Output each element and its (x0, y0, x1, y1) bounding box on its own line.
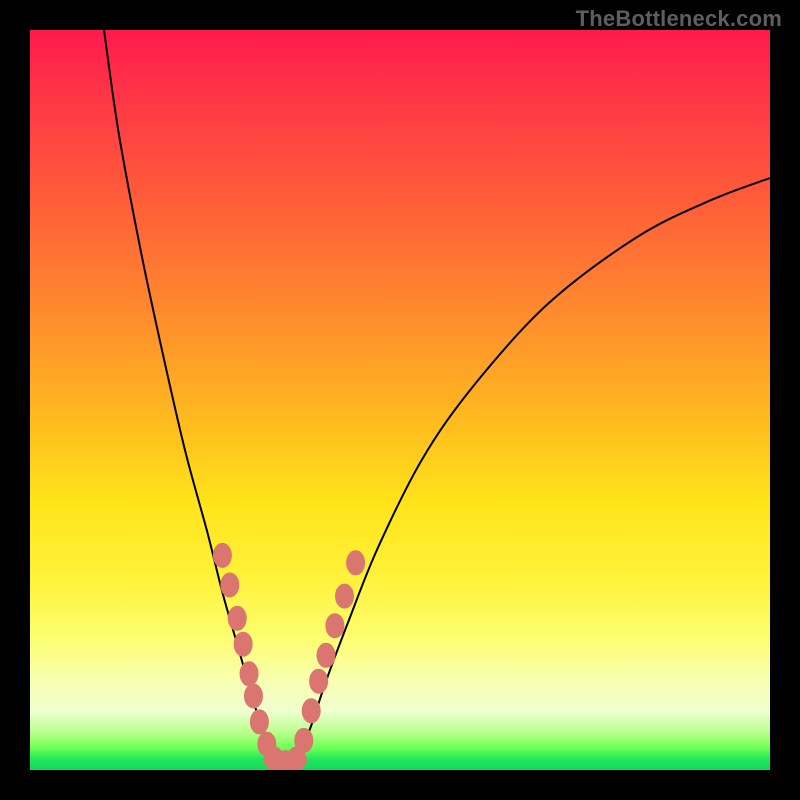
bead-marker (302, 699, 320, 723)
bead-marker (326, 614, 344, 638)
bead-marker (240, 662, 258, 686)
bead-marker (213, 543, 231, 567)
curve-layer (30, 30, 770, 770)
right-curve (296, 178, 770, 763)
bead-marker (228, 606, 246, 630)
chart-frame: TheBottleneck.com (0, 0, 800, 800)
bead-marker (295, 728, 313, 752)
bead-marker (347, 551, 365, 575)
bead-marker (244, 684, 262, 708)
bead-marker (234, 632, 252, 656)
bead-marker (310, 669, 328, 693)
watermark-text: TheBottleneck.com (576, 6, 782, 32)
bead-marker (250, 710, 268, 734)
bead-marker (336, 584, 354, 608)
bead-marker (221, 573, 239, 597)
highlight-beads (213, 543, 364, 770)
plot-area (30, 30, 770, 770)
bead-marker (317, 643, 335, 667)
